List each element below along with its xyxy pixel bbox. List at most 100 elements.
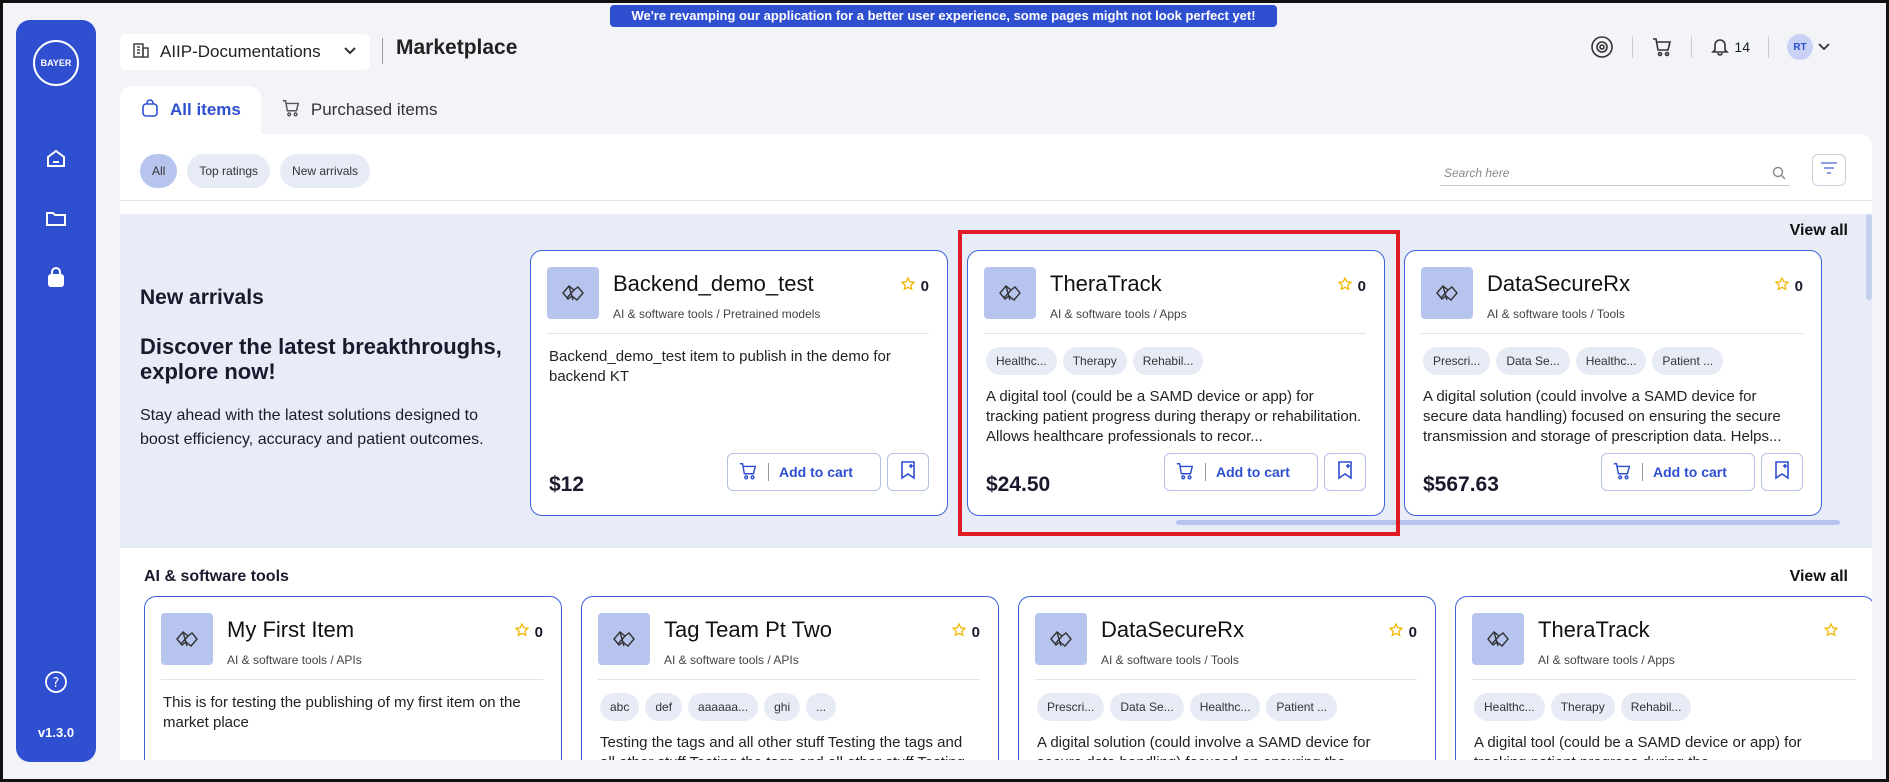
add-to-cart-button[interactable]: Add to cart (727, 453, 881, 491)
home-icon[interactable] (44, 146, 68, 170)
product-card[interactable]: Tag Team Pt Two AI & software tools / AP… (581, 596, 999, 760)
product-thumbnail (1035, 613, 1087, 665)
divider (984, 333, 1366, 334)
product-name[interactable]: Tag Team Pt Two (664, 617, 832, 643)
tag[interactable]: Prescri... (1423, 347, 1491, 375)
tag[interactable]: Rehabil... (1620, 693, 1692, 721)
product-name[interactable]: DataSecureRx (1101, 617, 1244, 643)
bookmark-button[interactable] (887, 453, 929, 491)
bayer-logo[interactable]: BAYER (33, 40, 79, 86)
chevron-down-icon (1817, 39, 1831, 56)
add-to-cart-label: Add to cart (779, 464, 853, 480)
product-category: AI & software tools / APIs (227, 653, 362, 667)
search-input[interactable]: Search here (1440, 160, 1790, 186)
product-rating: 0 (1388, 622, 1417, 641)
filter-button[interactable] (1812, 154, 1846, 186)
help-icon[interactable]: ? (44, 670, 68, 694)
rating-value: 0 (971, 623, 980, 641)
filter-top-ratings[interactable]: Top ratings (187, 154, 271, 188)
add-to-cart-label: Add to cart (1653, 464, 1727, 480)
tag[interactable]: Healthc... (1575, 347, 1647, 375)
product-category: AI & software tools / Tools (1487, 307, 1625, 321)
cart-icon[interactable] (1633, 36, 1693, 58)
building-icon (132, 41, 150, 64)
star-icon (1823, 622, 1839, 641)
horizontal-scrollbar[interactable] (1176, 520, 1840, 525)
bookmark-icon (1773, 460, 1791, 485)
product-description: A digital solution (could involve a SAMD… (1423, 388, 1782, 445)
product-category: AI & software tools / APIs (664, 653, 799, 667)
filter-new-arrivals[interactable]: New arrivals (280, 154, 371, 188)
tag[interactable]: aaaaaa... (688, 693, 759, 721)
product-name[interactable]: DataSecureRx (1487, 271, 1630, 297)
tag[interactable]: abc (600, 693, 640, 721)
avatar: RT (1787, 34, 1813, 60)
chevron-down-icon (342, 42, 358, 63)
product-description: This is for testing the publishing of my… (163, 694, 521, 731)
section-subtitle: Discover the latest breakthroughs, explo… (140, 334, 502, 384)
product-card[interactable]: TheraTrack AI & software tools / Apps He… (1455, 596, 1872, 760)
bookmark-button[interactable] (1324, 453, 1366, 491)
page-title: Marketplace (396, 36, 518, 59)
product-category: AI & software tools / Tools (1101, 653, 1239, 667)
tag[interactable]: Patient ... (1266, 693, 1338, 721)
tag[interactable]: Healthc... (1189, 693, 1261, 721)
workspace-selector[interactable]: AIIP-Documentations (120, 34, 370, 70)
product-thumbnail (1472, 613, 1524, 665)
section-title: AI & software tools (144, 568, 289, 585)
section-description: Stay ahead with the latest solutions des… (140, 407, 484, 448)
product-name[interactable]: TheraTrack (1050, 271, 1162, 297)
tag[interactable]: ... (806, 693, 837, 721)
tab-all-items[interactable]: All items (120, 86, 261, 134)
tag[interactable]: Patient ... (1652, 347, 1724, 375)
product-name[interactable]: Backend_demo_test (613, 271, 814, 297)
view-all-link[interactable]: View all (1790, 222, 1848, 240)
product-name[interactable]: My First Item (227, 617, 354, 643)
product-price: $12 (549, 473, 585, 496)
filter-all[interactable]: All (140, 154, 178, 188)
product-name[interactable]: TheraTrack (1538, 617, 1650, 643)
header-actions: 14 RT (1572, 32, 1849, 62)
tag[interactable]: Therapy (1550, 693, 1615, 721)
tag[interactable]: Healthc... (986, 347, 1057, 375)
product-card[interactable]: My First Item AI & software tools / APIs… (144, 596, 562, 760)
product-card[interactable]: Backend_demo_test AI & software tools / … (530, 250, 948, 516)
add-to-cart-button[interactable]: Add to cart (1601, 453, 1755, 491)
product-card[interactable]: DataSecureRx AI & software tools / Tools… (1404, 250, 1822, 516)
notifications-button[interactable]: 14 (1692, 36, 1769, 58)
vertical-scrollbar[interactable] (1866, 214, 1872, 300)
product-description: A digital tool (could be a SAMD device o… (1474, 734, 1802, 760)
tag[interactable]: Data Se... (1496, 347, 1570, 375)
folder-icon[interactable] (44, 206, 68, 230)
product-card[interactable]: TheraTrack AI & software tools / Apps 0 … (967, 250, 1385, 516)
tag[interactable]: Data Se... (1110, 693, 1184, 721)
marketplace-icon[interactable] (44, 266, 68, 290)
view-all-link[interactable]: View all (1790, 568, 1848, 586)
tag[interactable]: ghi (764, 693, 801, 721)
tab-purchased-items[interactable]: Purchased items (261, 86, 458, 134)
bookmark-icon (1336, 460, 1354, 485)
product-rating: 0 (951, 622, 980, 641)
cart-icon (738, 461, 758, 484)
user-menu[interactable]: RT (1769, 34, 1849, 60)
product-thumbnail (547, 267, 599, 319)
product-rating: 0 (900, 276, 929, 295)
tag[interactable]: Therapy (1062, 347, 1127, 375)
add-to-cart-button[interactable]: Add to cart (1164, 453, 1318, 491)
tag[interactable]: def (645, 693, 683, 721)
product-card[interactable]: DataSecureRx AI & software tools / Tools… (1018, 596, 1436, 760)
tag[interactable]: Healthc... (1474, 693, 1545, 721)
cart-icon (1175, 461, 1195, 484)
announcement-banner: We're revamping our application for a be… (610, 5, 1277, 27)
divider (547, 333, 929, 334)
settings-icon[interactable] (1572, 36, 1634, 58)
tag[interactable]: Prescri... (1037, 693, 1105, 721)
tag-list: Prescri... Data Se... Healthc... Patient… (1423, 347, 1724, 375)
star-icon (514, 622, 530, 641)
new-arrivals-section: New arrivals Discover the latest breakth… (120, 214, 1872, 548)
tab-label: All items (170, 100, 241, 119)
star-icon (1337, 276, 1353, 295)
bookmark-button[interactable] (1761, 453, 1803, 491)
cart-icon (1612, 461, 1632, 484)
tag[interactable]: Rehabil... (1132, 347, 1204, 375)
